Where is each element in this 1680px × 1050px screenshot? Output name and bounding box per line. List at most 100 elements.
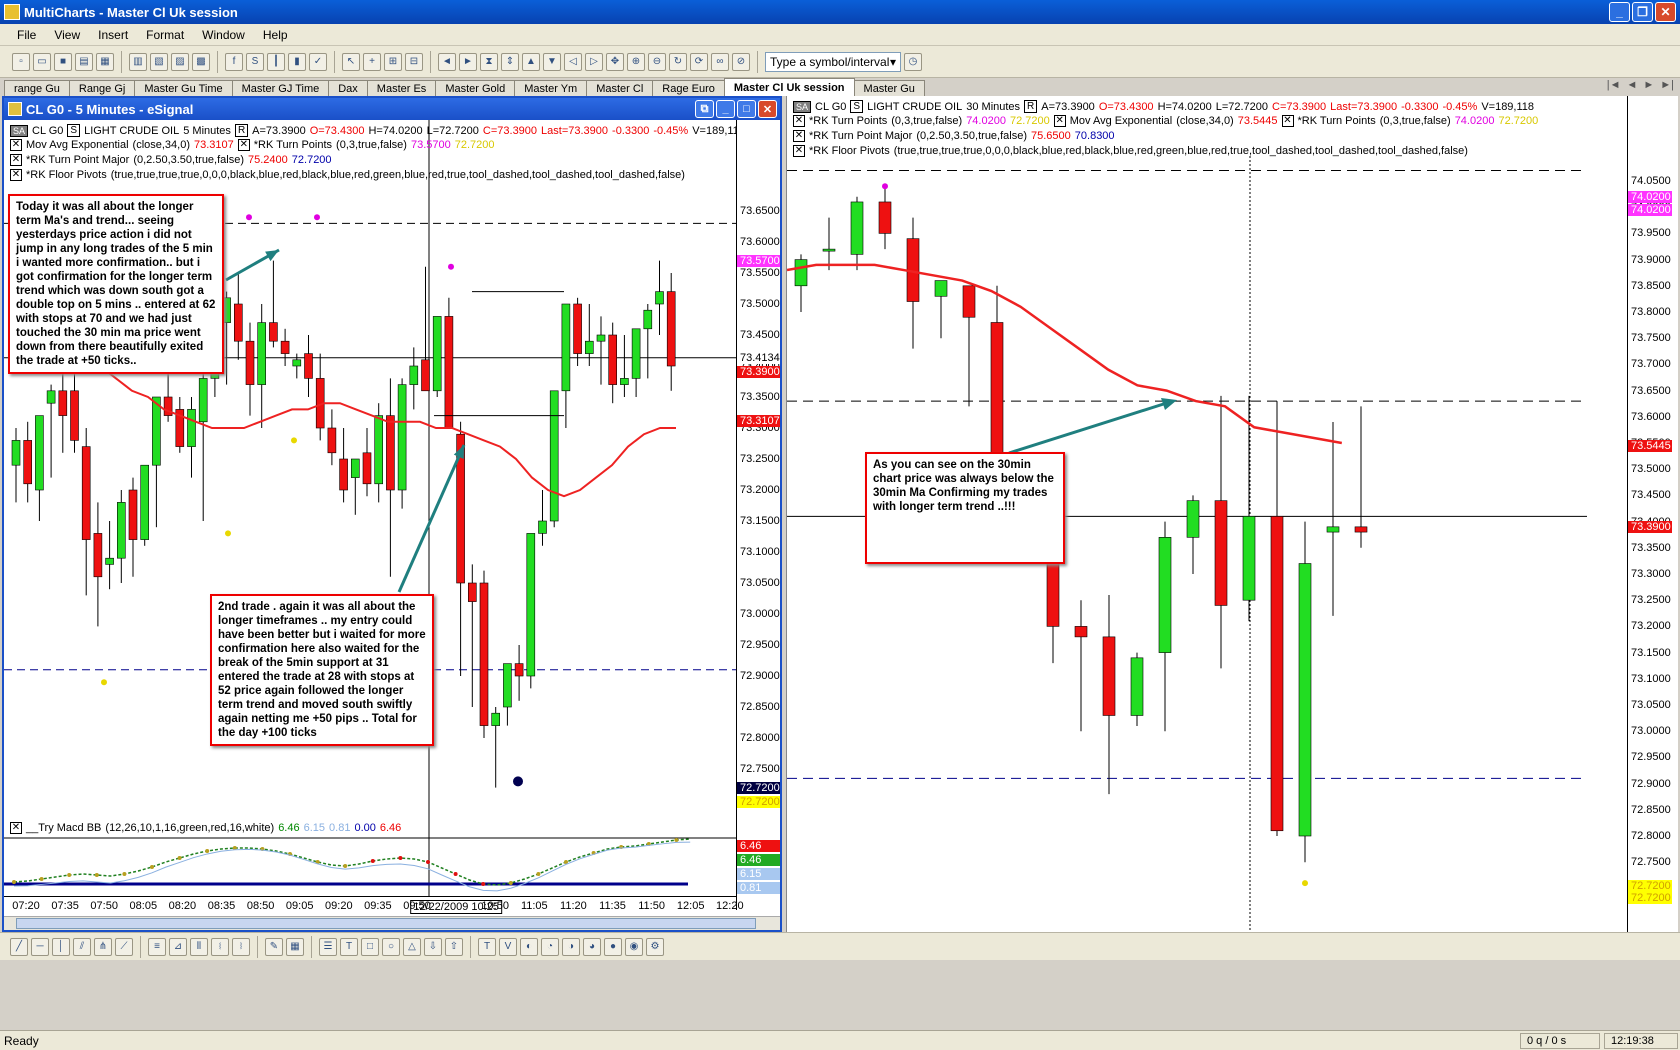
pencil-icon[interactable]: ✎ [265, 937, 283, 956]
tab-master-gu-time[interactable]: Master Gu Time [134, 80, 233, 96]
vertical-line-icon[interactable]: │ [52, 937, 70, 956]
dom-icon[interactable]: ▨ [171, 52, 189, 71]
remove-indicator-icon[interactable]: ✕ [10, 169, 22, 181]
left-restore-button[interactable]: ⧉ [695, 100, 714, 118]
arrow-up-draw-icon[interactable]: ⇧ [445, 937, 463, 956]
menu-view[interactable]: View [45, 28, 89, 42]
scroll-right-icon[interactable]: ► [459, 52, 477, 71]
remove-indicator-icon[interactable]: ✕ [793, 130, 805, 142]
link-icon[interactable]: ∞ [711, 52, 729, 71]
weekly-chart-icon[interactable]: ● [604, 937, 622, 956]
fib-extension-icon[interactable]: ⧙ [211, 937, 229, 956]
text-icon[interactable]: T [340, 937, 358, 956]
left-time-axis[interactable]: 07:20 07:35 07:50 08:05 08:20 08:35 08:50 09:05… [4, 896, 744, 916]
chart-window-icon[interactable]: ▥ [129, 52, 147, 71]
arrow-up-icon[interactable]: ▲ [522, 52, 540, 71]
tab-rage-euro[interactable]: Rage Euro [652, 80, 725, 96]
menu-help[interactable]: Help [254, 28, 297, 42]
daily-chart-icon[interactable]: ◕ [583, 937, 601, 956]
pointer-icon[interactable]: ↖ [342, 52, 360, 71]
open-icon[interactable]: ▭ [33, 52, 51, 71]
settings-chart-icon[interactable]: ⚙ [646, 937, 664, 956]
next-tab-icon[interactable]: ► [1643, 79, 1654, 91]
minutes-chart-icon[interactable]: ◔ [541, 937, 559, 956]
check-icon[interactable]: ✓ [309, 52, 327, 71]
menu-format[interactable]: Format [137, 28, 193, 42]
menu-window[interactable]: Window [193, 28, 254, 42]
remove-indicator-icon[interactable]: ✕ [10, 139, 22, 151]
s-box[interactable]: S [67, 124, 81, 137]
hourly-chart-icon[interactable]: ◑ [562, 937, 580, 956]
ray-icon[interactable]: ⟋ [115, 937, 133, 956]
tab-master-cl-uk-session[interactable]: Master Cl Uk session [723, 78, 855, 96]
ellipse-icon[interactable]: ○ [382, 937, 400, 956]
remove-indicator-icon[interactable]: ✕ [793, 115, 805, 127]
andrews-pitchfork-icon[interactable]: ⋔ [94, 937, 112, 956]
crosshair-icon[interactable]: + [363, 52, 381, 71]
up-down-icon[interactable]: ⇕ [501, 52, 519, 71]
close-button[interactable]: ✕ [1655, 2, 1676, 22]
tab-master-gj-time[interactable]: Master GJ Time [231, 80, 330, 96]
remove-indicator-icon[interactable]: ✕ [10, 822, 22, 834]
remove-indicator-icon[interactable]: ✕ [793, 145, 805, 157]
tab-master-ym[interactable]: Master Ym [514, 80, 588, 96]
range-chart-icon[interactable]: ◐ [520, 937, 538, 956]
left-minimize-button[interactable]: _ [716, 100, 735, 118]
save-icon[interactable]: ■ [54, 52, 72, 71]
channel-icon[interactable]: ⫽ [73, 937, 91, 956]
rectangle-icon[interactable]: □ [361, 937, 379, 956]
symbol-input[interactable]: Type a symbol/interval ▾ [765, 51, 901, 72]
tick-chart-icon[interactable]: T [478, 937, 496, 956]
s-box[interactable]: S [850, 100, 864, 113]
move-icon[interactable]: ✥ [606, 52, 624, 71]
arrow-down-draw-icon[interactable]: ⇩ [424, 937, 442, 956]
crosshair-box-icon[interactable]: ⊞ [384, 52, 402, 71]
scanner-icon[interactable]: ▧ [150, 52, 168, 71]
fib-retracement-icon[interactable]: ≡ [148, 937, 166, 956]
print-icon[interactable]: ▦ [96, 52, 114, 71]
cancel-icon[interactable]: ⊘ [732, 52, 750, 71]
fib-time-icon[interactable]: ⦀ [190, 937, 208, 956]
volume-chart-icon[interactable]: V [499, 937, 517, 956]
left-window-title-bar[interactable]: CL G0 - 5 Minutes - eSignal ⧉ _ □ ✕ [4, 98, 780, 120]
fib-fan-icon[interactable]: ⊿ [169, 937, 187, 956]
strategy-icon[interactable]: S [246, 52, 264, 71]
prev-tab-icon[interactable]: ◄ [1626, 79, 1637, 91]
right-price-axis[interactable]: 74.050074.000073.950073.900073.850073.80… [1627, 96, 1678, 932]
monthly-chart-icon[interactable]: ◉ [625, 937, 643, 956]
portfolio-icon[interactable]: ▩ [192, 52, 210, 71]
sa-box[interactable]: SA [10, 124, 29, 137]
remove-indicator-icon[interactable]: ✕ [237, 139, 250, 151]
minimize-button[interactable]: _ [1609, 2, 1630, 22]
horizontal-line-icon[interactable]: ─ [31, 937, 49, 956]
sa-box[interactable]: SA [793, 100, 812, 113]
tab-range-gj[interactable]: Range Gj [68, 80, 136, 96]
remove-indicator-icon[interactable]: ✕ [10, 154, 22, 166]
left-close-button[interactable]: ✕ [758, 100, 777, 118]
tab-dax[interactable]: Dax [328, 80, 368, 96]
scroll-left-icon[interactable]: ◄ [438, 52, 456, 71]
tab-master-gold[interactable]: Master Gold [435, 80, 516, 96]
scroll-thumb[interactable] [16, 918, 756, 929]
menu-file[interactable]: File [8, 28, 45, 42]
menu-insert[interactable]: Insert [89, 28, 137, 42]
clock-icon[interactable]: ◷ [904, 52, 922, 71]
refresh-icon[interactable]: ↻ [669, 52, 687, 71]
candle-icon[interactable]: ▮ [288, 52, 306, 71]
bar-chart-icon[interactable]: ┃ [267, 52, 285, 71]
tab-master-gu[interactable]: Master Gu [853, 80, 925, 96]
comment-icon[interactable]: ☰ [319, 937, 337, 956]
trendline-icon[interactable]: ╱ [10, 937, 28, 956]
r-box[interactable]: R [1024, 100, 1038, 113]
grid-icon[interactable]: ▦ [286, 937, 304, 956]
chevron-down-icon[interactable]: ▾ [890, 55, 896, 69]
left-horizontal-scrollbar[interactable] [4, 916, 780, 930]
tab-range-gu[interactable]: range Gu [4, 80, 70, 96]
new-icon[interactable]: ▫ [12, 52, 30, 71]
workspace-icon[interactable]: ▤ [75, 52, 93, 71]
first-tab-icon[interactable]: |◄ [1607, 79, 1621, 91]
zoom-out-icon[interactable]: ⊖ [648, 52, 666, 71]
remove-indicator-icon[interactable]: ✕ [1281, 115, 1294, 127]
zoom-in-icon[interactable]: ⊕ [627, 52, 645, 71]
tab-master-es[interactable]: Master Es [366, 80, 437, 96]
